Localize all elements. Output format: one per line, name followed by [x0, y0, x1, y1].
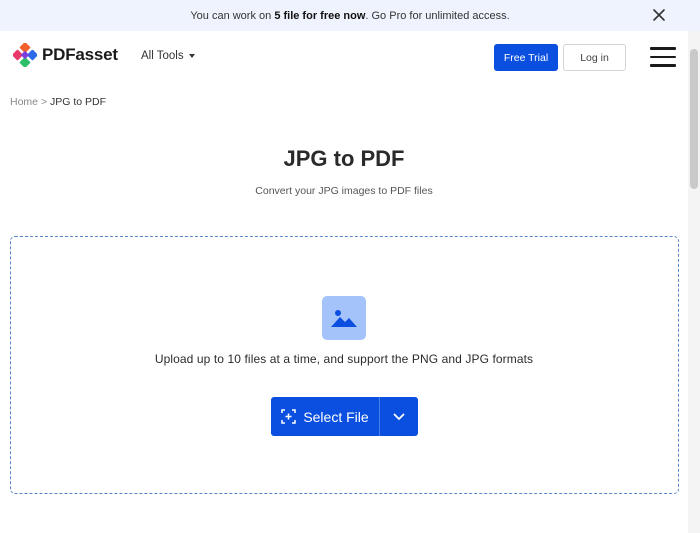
- promo-banner: You can work on 5 file for free now . Go…: [0, 0, 700, 31]
- page-title: JPG to PDF: [283, 146, 405, 171]
- all-tools-label: All Tools: [141, 50, 184, 62]
- banner-text-start: You can work on: [190, 9, 275, 22]
- pdfasset-logo-icon: [13, 43, 37, 67]
- all-tools-menu[interactable]: All Tools: [141, 50, 195, 62]
- add-file-icon: [281, 409, 297, 424]
- logo-text: PDFasset: [42, 45, 118, 64]
- upload-hint: Upload up to 10 files at a time, and sup…: [154, 352, 534, 366]
- select-file-dropdown-button[interactable]: [380, 397, 418, 436]
- select-file-button[interactable]: Select File: [271, 397, 379, 436]
- page-scrollbar[interactable]: [688, 31, 700, 533]
- chevron-down-icon: [393, 413, 405, 420]
- breadcrumb-separator: >: [40, 96, 48, 108]
- login-button[interactable]: Log in: [563, 44, 626, 71]
- logo[interactable]: PDFasset: [13, 43, 118, 67]
- breadcrumb-current: JPG to PDF: [50, 96, 107, 108]
- site-header: PDFasset All Tools Free Trial Log in: [0, 31, 688, 85]
- close-icon[interactable]: [652, 8, 666, 22]
- select-file-button-group[interactable]: Select File: [271, 397, 418, 436]
- breadcrumb: Home > JPG to PDF: [10, 96, 106, 108]
- image-icon: [322, 296, 366, 340]
- page-subtitle: Convert your JPG images to PDF files: [255, 185, 433, 197]
- hamburger-menu-icon[interactable]: [650, 47, 676, 67]
- breadcrumb-home[interactable]: Home: [10, 96, 38, 108]
- select-file-label: Select File: [303, 408, 369, 425]
- banner-text-end: . Go Pro for unlimited access.: [365, 9, 510, 22]
- caret-down-icon: [188, 54, 195, 58]
- banner-text-bold: 5 file for free now: [274, 9, 366, 22]
- free-trial-button[interactable]: Free Trial: [494, 44, 558, 71]
- scrollbar-thumb[interactable]: [690, 49, 698, 189]
